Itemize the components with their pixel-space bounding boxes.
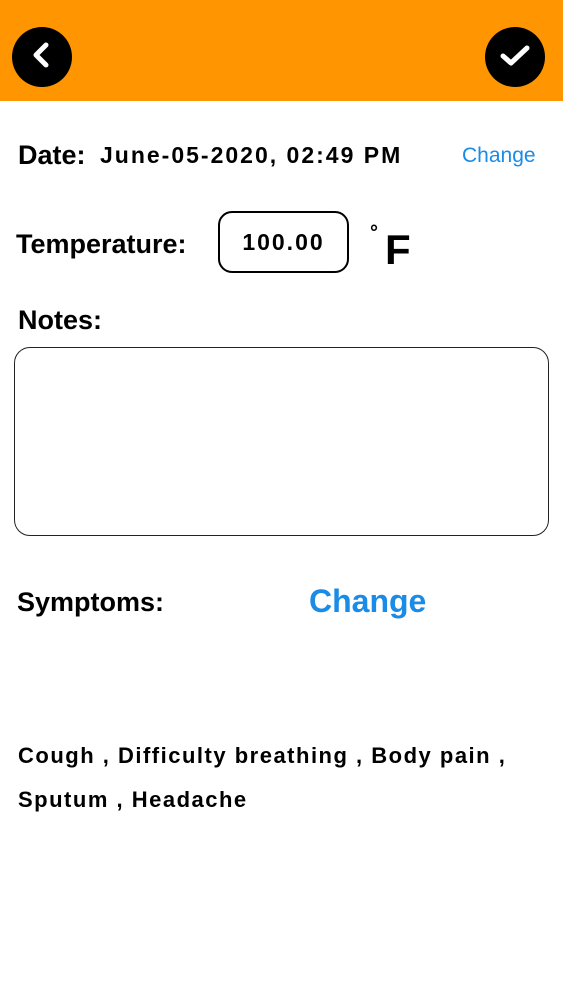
change-symptoms-link[interactable]: Change: [309, 583, 426, 620]
chevron-left-icon: [27, 40, 57, 75]
top-bar: [0, 0, 563, 101]
date-label: Date:: [18, 140, 86, 170]
temperature-label: Temperature:: [16, 229, 187, 259]
symptoms-list: Cough , Difficulty breathing , Body pain…: [18, 743, 507, 812]
date-value: June-05-2020, 02:49 PM: [100, 142, 403, 168]
notes-textarea[interactable]: [14, 347, 549, 536]
temperature-unit: F: [385, 226, 411, 273]
symptoms-label: Symptoms:: [17, 587, 165, 617]
checkmark-icon: [498, 40, 532, 75]
temperature-input[interactable]: [218, 211, 349, 273]
back-button[interactable]: [12, 27, 72, 87]
change-date-link[interactable]: Change: [462, 144, 536, 168]
notes-label: Notes:: [18, 305, 103, 335]
save-button[interactable]: [485, 27, 545, 87]
temperature-entry-screen: Date: June-05-2020, 02:49 PM Change Temp…: [0, 0, 563, 1000]
degree-symbol: °: [370, 222, 378, 244]
